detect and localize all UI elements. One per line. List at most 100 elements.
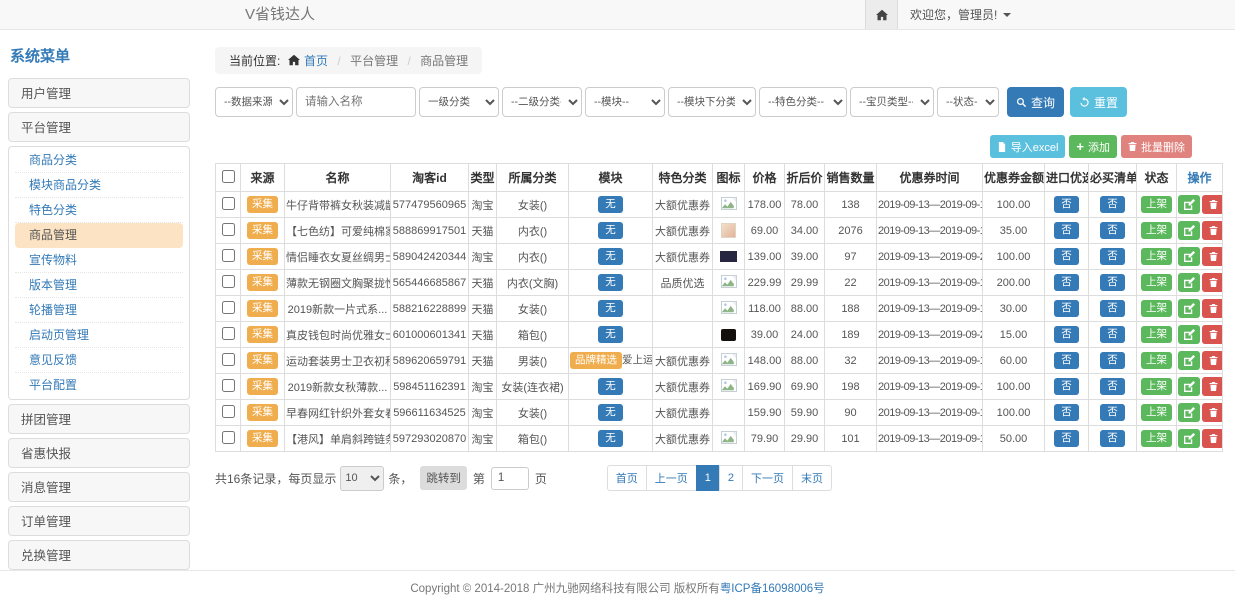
- sidebar-item-carousel-mgmt[interactable]: 轮播管理: [15, 298, 183, 323]
- product-name-input[interactable]: [296, 87, 416, 117]
- add-button[interactable]: + 添加: [1069, 135, 1117, 158]
- sidebar-item-feedback[interactable]: 意见反馈: [15, 348, 183, 373]
- sidebar: 系统菜单 用户管理平台管理商品分类模块商品分类特色分类商品管理宣传物料版本管理轮…: [8, 30, 190, 570]
- product-category: 女装(): [497, 192, 569, 218]
- column-header-sales: 销售数量: [825, 164, 877, 192]
- delete-button[interactable]: [1202, 351, 1223, 370]
- sidebar-item-exchange-mgmt[interactable]: 兑换管理: [8, 540, 190, 570]
- filter-bar: --数据来源-- 一级分类--二级分类----模块----模块下分类----特色分…: [215, 87, 1222, 117]
- edit-icon: [1184, 329, 1195, 340]
- sidebar-item-promo-material[interactable]: 宣传物料: [15, 248, 183, 273]
- filter-level1-category-select[interactable]: 一级分类: [419, 87, 499, 117]
- status-badge: 上架: [1141, 196, 1172, 212]
- pager-page-2[interactable]: 2: [719, 465, 743, 491]
- delete-button[interactable]: [1202, 403, 1223, 422]
- sidebar-item-version-mgmt[interactable]: 版本管理: [15, 273, 183, 298]
- page-number-input[interactable]: [491, 467, 529, 490]
- edit-button[interactable]: [1178, 377, 1200, 396]
- source-badge: 采集: [247, 222, 278, 238]
- sidebar-item-splash-page-mgmt[interactable]: 启动页管理: [15, 323, 183, 348]
- row-checkbox[interactable]: [222, 301, 235, 314]
- breadcrumb: 当前位置: 首页 / 平台管理 / 商品管理: [215, 47, 482, 74]
- sidebar-item-user-mgmt[interactable]: 用户管理: [8, 78, 190, 108]
- sidebar-item-platform-config[interactable]: 平台配置: [15, 373, 183, 398]
- page-size-select[interactable]: 10: [340, 466, 384, 491]
- sidebar-title: 系统菜单: [8, 43, 190, 74]
- breadcrumb-item-platform: 平台管理: [350, 54, 398, 68]
- filter-status-select[interactable]: --状态--: [937, 87, 999, 117]
- filter-data-source-select[interactable]: --数据来源--: [215, 87, 293, 117]
- delete-button[interactable]: [1202, 299, 1223, 318]
- edit-button[interactable]: [1178, 325, 1200, 344]
- sidebar-item-product-category[interactable]: 商品分类: [15, 148, 183, 173]
- module-cell: 无: [569, 426, 653, 452]
- row-checkbox[interactable]: [222, 223, 235, 236]
- delete-button[interactable]: [1202, 221, 1223, 240]
- edit-button[interactable]: [1178, 351, 1200, 370]
- filter-feature-category-select[interactable]: --特色分类--: [759, 87, 847, 117]
- sidebar-item-module-product-category[interactable]: 模块商品分类: [15, 173, 183, 198]
- pager-last[interactable]: 末页: [792, 465, 832, 491]
- delete-button[interactable]: [1202, 195, 1223, 214]
- sidebar-item-order-mgmt[interactable]: 订单管理: [8, 506, 190, 536]
- delete-button[interactable]: [1202, 325, 1223, 344]
- row-checkbox[interactable]: [222, 353, 235, 366]
- row-checkbox[interactable]: [222, 327, 235, 340]
- product-type: 天猫: [469, 348, 497, 374]
- delete-button[interactable]: [1202, 429, 1223, 448]
- home-button[interactable]: [865, 0, 898, 29]
- price: 229.99: [745, 270, 785, 296]
- pager-first[interactable]: 首页: [607, 465, 647, 491]
- sidebar-item-platform-mgmt[interactable]: 平台管理: [8, 112, 190, 142]
- filter-item-type-select[interactable]: --宝贝类型--: [850, 87, 934, 117]
- icon-cell: [713, 296, 745, 322]
- coupon-time: 2019-09-13—2019-09-20: [877, 244, 983, 270]
- row-checkbox[interactable]: [222, 379, 235, 392]
- module-cell: 无: [569, 374, 653, 400]
- delete-button[interactable]: [1202, 273, 1223, 292]
- import-choice-badge: 否: [1054, 430, 1079, 446]
- batch-delete-button[interactable]: 批量删除: [1121, 135, 1192, 158]
- ops-cell: [1177, 270, 1223, 296]
- table-row: 采集【七色纺】可爱纯棉家...588869917501天猫内衣()无大额优惠券6…: [216, 218, 1223, 244]
- icp-link[interactable]: 粤ICP备16098006号: [720, 583, 825, 595]
- delete-button[interactable]: [1202, 247, 1223, 266]
- breadcrumb-home-link[interactable]: 首页: [304, 54, 328, 68]
- row-checkbox[interactable]: [222, 405, 235, 418]
- pager-next[interactable]: 下一页: [742, 465, 793, 491]
- filter-level2-category-select[interactable]: --二级分类--: [502, 87, 582, 117]
- sidebar-item-save-news[interactable]: 省惠快报: [8, 438, 190, 468]
- icon-cell: [713, 374, 745, 400]
- edit-button[interactable]: [1178, 299, 1200, 318]
- coupon-time: 2019-09-13—2019-09-17: [877, 374, 983, 400]
- edit-button[interactable]: [1178, 221, 1200, 240]
- row-checkbox[interactable]: [222, 249, 235, 262]
- select-all-checkbox[interactable]: [222, 170, 235, 183]
- sidebar-item-feature-category[interactable]: 特色分类: [15, 198, 183, 223]
- delete-button[interactable]: [1202, 377, 1223, 396]
- row-checkbox[interactable]: [222, 431, 235, 444]
- edit-button[interactable]: [1178, 247, 1200, 266]
- broken-image-icon: [721, 379, 737, 392]
- edit-button[interactable]: [1178, 429, 1200, 448]
- edit-button[interactable]: [1178, 403, 1200, 422]
- sidebar-item-groupbuy-mgmt[interactable]: 拼团管理: [8, 404, 190, 434]
- pager-page-1[interactable]: 1: [696, 465, 720, 491]
- row-checkbox[interactable]: [222, 197, 235, 210]
- jump-button[interactable]: 跳转到: [420, 466, 467, 490]
- sidebar-item-message-mgmt[interactable]: 消息管理: [8, 472, 190, 502]
- filter-module-select[interactable]: --模块--: [585, 87, 665, 117]
- filter-module-sub-category-select[interactable]: --模块下分类--: [668, 87, 756, 117]
- feature-label: 大额优惠券: [653, 348, 713, 374]
- row-checkbox[interactable]: [222, 275, 235, 288]
- taoke-id: 596611634525: [391, 400, 469, 426]
- pager-prev[interactable]: 上一页: [646, 465, 697, 491]
- edit-button[interactable]: [1178, 273, 1200, 292]
- records-summary-prefix: 共16条记录，每页显示: [215, 470, 336, 487]
- import-excel-button[interactable]: 导入excel: [990, 135, 1066, 158]
- sidebar-item-product-mgmt[interactable]: 商品管理: [15, 223, 183, 248]
- user-menu[interactable]: 欢迎您，管理员!: [898, 6, 1023, 23]
- reset-button[interactable]: 重置: [1070, 87, 1127, 117]
- search-button[interactable]: 查询: [1007, 87, 1064, 117]
- edit-button[interactable]: [1178, 195, 1200, 214]
